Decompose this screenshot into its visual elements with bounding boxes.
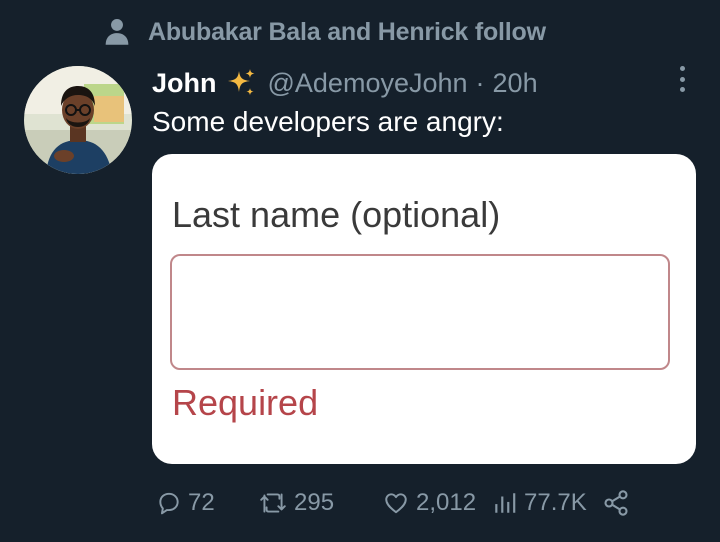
action-bar: 72 295 2,012 77.7K: [156, 484, 636, 522]
media-error-text: Required: [172, 382, 319, 423]
like-button[interactable]: 2,012: [382, 484, 476, 522]
timestamp[interactable]: 20h: [493, 68, 538, 99]
views-count: 77.7K: [524, 489, 587, 516]
display-name[interactable]: John: [152, 68, 217, 99]
retweet-icon: [260, 493, 286, 513]
person-icon: [105, 18, 129, 45]
more-dot-icon: [679, 66, 685, 71]
retweet-button[interactable]: 295: [258, 484, 334, 522]
analytics-icon: [495, 493, 516, 513]
reply-icon: [159, 492, 179, 515]
avatar-image: [24, 66, 132, 174]
separator-dot: ·: [475, 67, 485, 98]
tweet-media[interactable]: Last name (optional) Required: [152, 154, 696, 464]
media-field-label: Last name (optional): [172, 194, 501, 235]
social-context-text: Abubakar Bala and Henrick follow: [148, 17, 546, 46]
sparkles-icon: [227, 69, 254, 96]
more-dot-icon: [679, 87, 685, 92]
more-dot-icon: [679, 76, 685, 82]
like-count: 2,012: [416, 489, 477, 516]
heart-icon: [385, 493, 407, 514]
share-icon: [604, 490, 628, 516]
reply-button[interactable]: 72: [156, 484, 215, 522]
more-options-button[interactable]: [668, 64, 696, 94]
avatar[interactable]: [24, 66, 132, 174]
tweet-header: John @AdemoyeJohn · 20h: [152, 64, 538, 102]
tweet-text: Some developers are angry:: [152, 106, 504, 137]
retweet-count: 295: [294, 489, 335, 516]
media-last-name-input: [170, 254, 670, 370]
reply-count: 72: [188, 489, 215, 516]
share-button[interactable]: [602, 484, 630, 522]
handle[interactable]: @AdemoyeJohn: [268, 68, 468, 99]
views-button[interactable]: 77.7K: [492, 484, 587, 522]
social-context[interactable]: Abubakar Bala and Henrick follow: [100, 14, 546, 50]
